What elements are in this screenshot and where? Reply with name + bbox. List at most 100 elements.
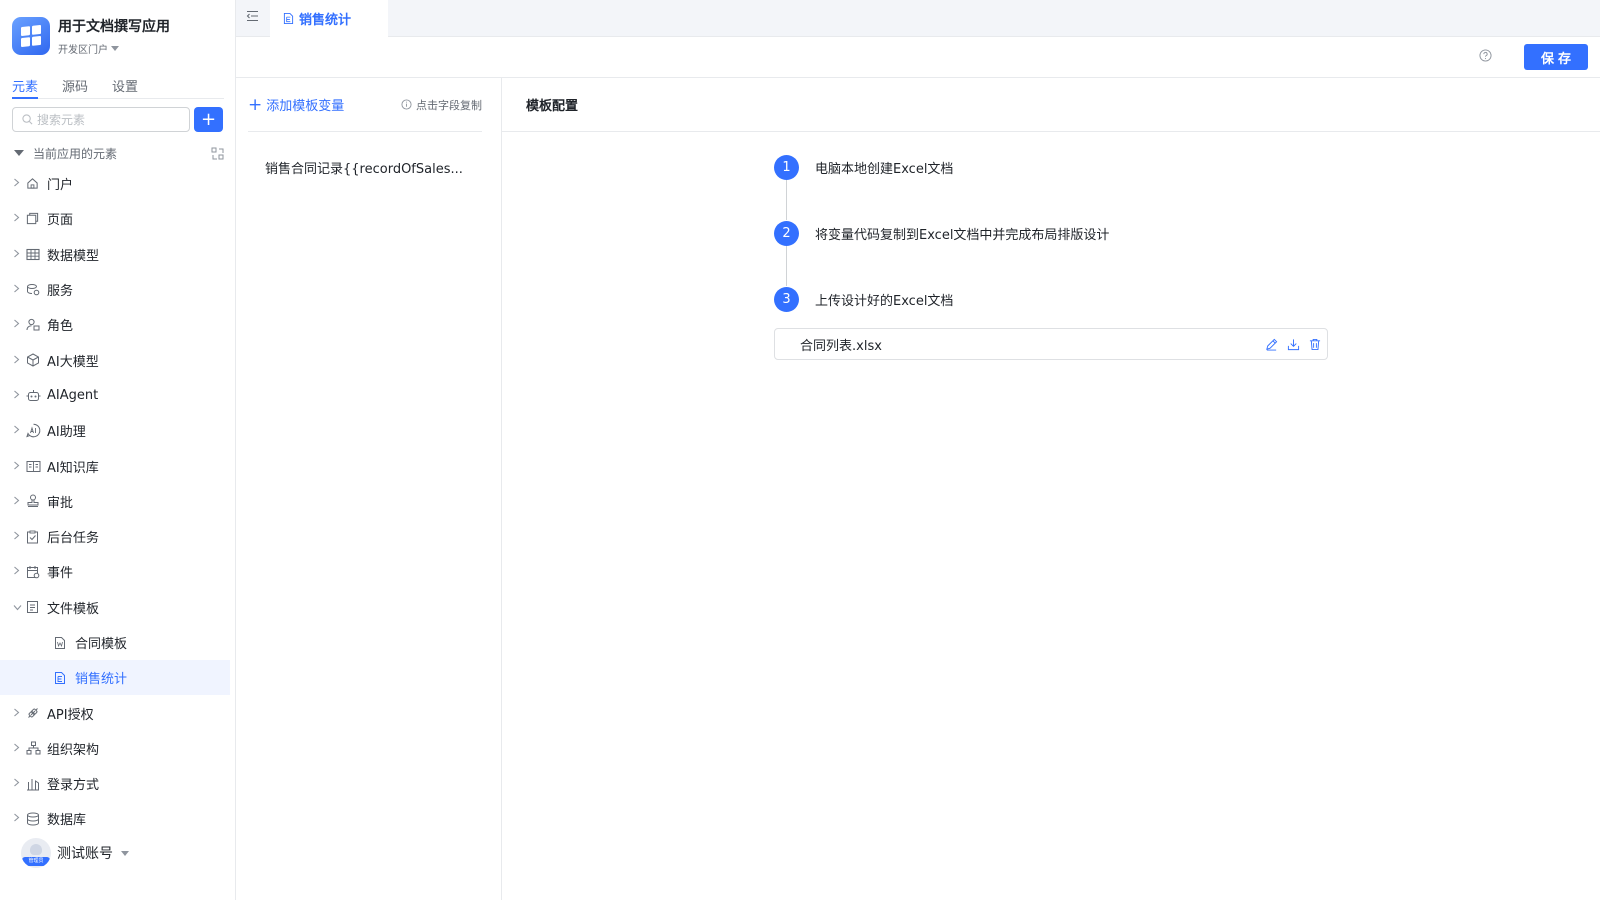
chevron-right-icon[interactable] — [0, 564, 26, 579]
tree-item-portal[interactable]: 门户 — [0, 166, 230, 201]
tree-item-ai-knowledge[interactable]: AI知识库 — [0, 448, 230, 483]
tree-item-sales-stats[interactable]: 销售统计 — [0, 660, 230, 696]
tree-item-role[interactable]: 角色 — [0, 307, 230, 342]
tree-item-label: API授权 — [47, 707, 94, 723]
tree-item-login-method[interactable]: 登录方式 — [0, 766, 230, 801]
tree-item-label: 页面 — [47, 213, 74, 229]
chevron-right-icon[interactable] — [0, 176, 26, 191]
user-role-badge: 管理员 — [22, 857, 50, 866]
chevron-right-icon[interactable] — [0, 282, 26, 297]
tree-item-approval[interactable]: 审批 — [0, 484, 230, 519]
add-element-button[interactable]: + — [194, 107, 223, 132]
chevron-right-icon[interactable] — [0, 529, 26, 544]
page-icon — [26, 212, 47, 225]
tree-item-api-auth[interactable]: API授权 — [0, 695, 230, 730]
search-input[interactable] — [37, 112, 177, 127]
excel-file-icon — [283, 13, 294, 24]
collapse-sidebar-icon[interactable] — [246, 10, 259, 26]
chevron-right-icon[interactable] — [0, 317, 26, 332]
chevron-down-icon[interactable] — [0, 600, 26, 615]
add-variable-button[interactable]: + 添加模板变量 — [248, 95, 344, 115]
delete-icon[interactable] — [1309, 338, 1321, 351]
save-button[interactable]: 保存 — [1524, 44, 1588, 70]
chevron-right-icon[interactable] — [0, 353, 26, 368]
edit-icon[interactable] — [1265, 338, 1278, 351]
step-3: 3 上传设计好的Excel文档 — [774, 286, 1109, 312]
template-config-title: 模板配置 — [502, 78, 1600, 132]
app-title: 用于文档撰写应用 — [58, 19, 170, 35]
step-number: 3 — [774, 286, 799, 312]
avatar: 管理员 — [21, 838, 51, 868]
tree-item-label: 角色 — [47, 319, 74, 335]
tab-settings[interactable]: 设置 — [112, 76, 138, 99]
add-variable-label: 添加模板变量 — [266, 99, 345, 114]
copy-hint-label: 点击字段复制 — [416, 98, 482, 112]
excel-file-icon — [54, 671, 75, 685]
tree-item-page[interactable]: 页面 — [0, 201, 230, 236]
tree-item-ai-model[interactable]: AI大模型 — [0, 342, 230, 377]
tree-item-event[interactable]: 事件 — [0, 554, 230, 589]
tree-item-ai-assistant[interactable]: AI助理 — [0, 413, 230, 448]
search-box — [12, 107, 190, 132]
chevron-right-icon[interactable] — [0, 811, 26, 826]
tree-item-file-template[interactable]: 文件模板 — [0, 590, 230, 625]
tree-item-service[interactable]: 服务 — [0, 272, 230, 307]
file-name: 合同列表.xlsx — [800, 338, 882, 354]
task-icon — [26, 530, 47, 544]
element-tree: 门户 页面 数据模型 服务 角色 AI大模型 AIAgent AI助理 AI知识… — [0, 166, 230, 837]
portal-selector[interactable]: 开发区门户 — [58, 41, 170, 56]
step-connector — [786, 246, 787, 286]
expand-all-icon[interactable] — [211, 147, 224, 160]
info-icon — [401, 99, 412, 110]
chevron-right-icon[interactable] — [0, 459, 26, 474]
app-logo — [12, 17, 50, 55]
variables-panel: + 添加模板变量 点击字段复制 销售合同记录{{recordOfSales... — [236, 78, 502, 900]
tab-sales-stats[interactable]: 销售统计 — [270, 0, 388, 37]
tab-source[interactable]: 源码 — [62, 76, 88, 99]
variables-header: + 添加模板变量 点击字段复制 — [248, 78, 482, 132]
tree-header-label: 当前应用的元素 — [33, 146, 118, 161]
tree-item-label: 门户 — [47, 178, 74, 194]
tree-item-background-task[interactable]: 后台任务 — [0, 519, 230, 554]
tree-header[interactable]: 当前应用的元素 — [12, 143, 224, 163]
event-icon — [26, 565, 47, 579]
chevron-right-icon[interactable] — [0, 776, 26, 791]
file-template-icon — [26, 600, 47, 614]
robot-icon — [26, 389, 47, 402]
ai-assistant-icon — [26, 423, 47, 438]
user-menu[interactable]: 管理员 测试账号 — [21, 838, 129, 868]
tree-item-label: AI大模型 — [47, 354, 99, 370]
tree-item-database[interactable]: 数据库 — [0, 801, 230, 836]
sidebar: 用于文档撰写应用 开发区门户 元素 源码 设置 + 当前应用的元素 门户 — [0, 0, 236, 900]
step-number: 2 — [774, 220, 799, 246]
api-icon — [26, 706, 47, 720]
role-icon — [26, 318, 47, 331]
chevron-right-icon[interactable] — [0, 741, 26, 756]
tree-item-data-model[interactable]: 数据模型 — [0, 237, 230, 272]
chevron-right-icon[interactable] — [0, 388, 26, 403]
step-text: 上传设计好的Excel文档 — [815, 293, 954, 309]
steps: 1 电脑本地创建Excel文档 2 将变量代码复制到Excel文档中并完成布局排… — [774, 154, 1109, 312]
chevron-right-icon[interactable] — [0, 423, 26, 438]
copy-hint: 点击字段复制 — [401, 97, 482, 113]
variable-item[interactable]: 销售合同记录{{recordOfSales... — [265, 158, 475, 177]
tab-elements[interactable]: 元素 — [12, 76, 39, 99]
stamp-icon — [26, 494, 47, 508]
tree-item-label: 登录方式 — [47, 778, 100, 794]
tree-item-label: 后台任务 — [47, 531, 100, 547]
sidebar-tabs: 元素 源码 设置 — [12, 76, 224, 99]
chevron-right-icon[interactable] — [0, 494, 26, 509]
tree-item-org[interactable]: 组织架构 — [0, 731, 230, 766]
help-icon[interactable] — [1479, 49, 1492, 66]
org-icon — [26, 741, 47, 755]
tree-item-label: 组织架构 — [47, 742, 100, 758]
download-icon[interactable] — [1287, 338, 1300, 351]
chevron-right-icon[interactable] — [0, 706, 26, 721]
tree-item-label: 数据模型 — [47, 248, 100, 264]
table-icon — [26, 248, 47, 261]
chevron-right-icon[interactable] — [0, 247, 26, 262]
chevron-right-icon[interactable] — [0, 211, 26, 226]
tree-item-contract-template[interactable]: 合同模板 — [0, 625, 230, 660]
user-name: 测试账号 — [57, 846, 113, 862]
tree-item-ai-agent[interactable]: AIAgent — [0, 378, 230, 413]
